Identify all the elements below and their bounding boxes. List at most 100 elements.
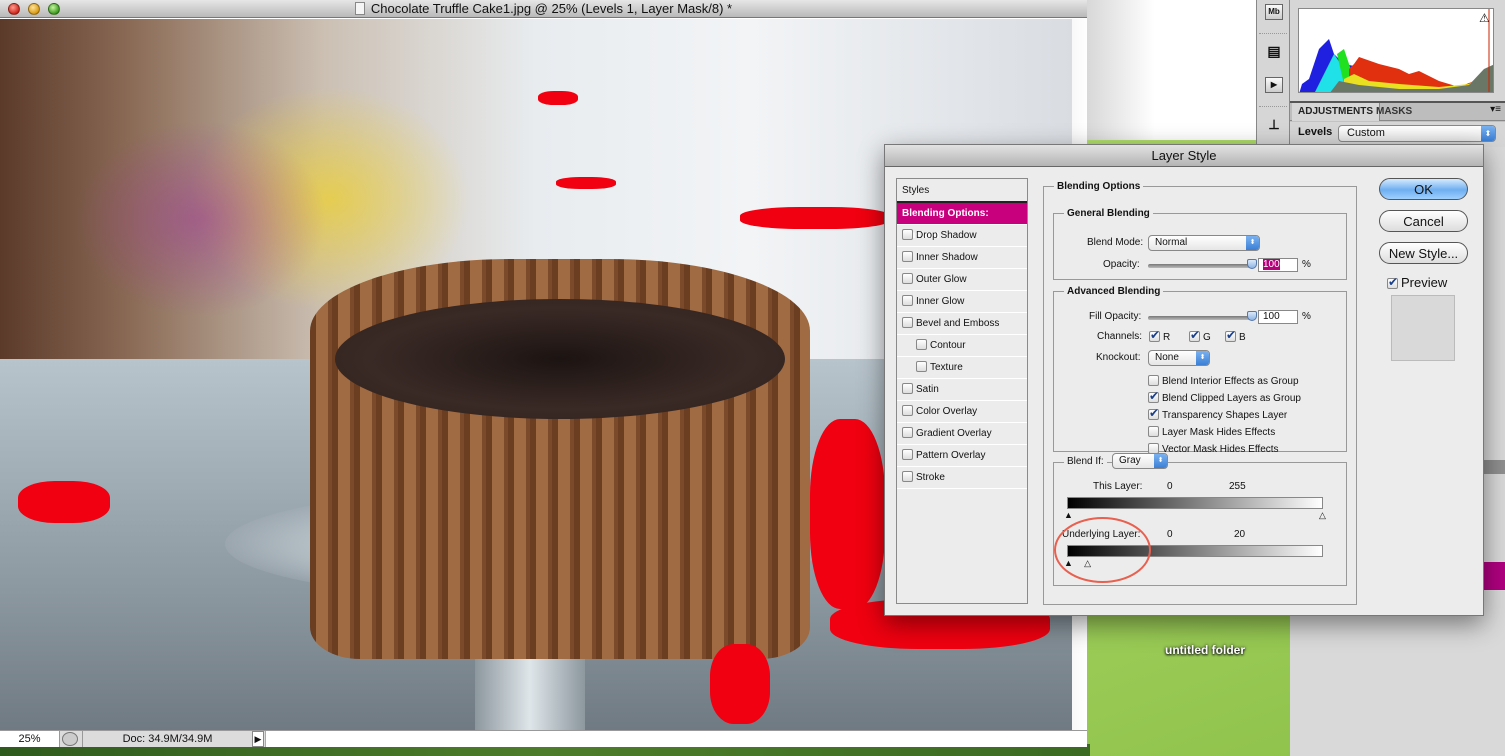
channel-g[interactable]: G	[1189, 328, 1211, 343]
this-layer-high: 255	[1229, 481, 1246, 492]
general-blending-group: General Blending Blend Mode: Normal ⬍ Opa…	[1053, 208, 1347, 280]
style-gradient-overlay[interactable]: Gradient Overlay	[897, 423, 1027, 445]
style-checkbox[interactable]	[902, 317, 913, 328]
histogram-warning-icon[interactable]: ⚠	[1479, 11, 1490, 25]
adjustments-panel-tabs: ADJUSTMENTS MASKS ▾≡	[1290, 103, 1505, 121]
fill-opacity-input[interactable]: 100	[1258, 310, 1298, 324]
style-inner-glow[interactable]: Inner Glow	[897, 291, 1027, 313]
levels-preset-select[interactable]: Custom ⬍	[1338, 125, 1496, 142]
blend-interior-checkbox[interactable]	[1148, 375, 1159, 386]
fill-opacity-slider[interactable]	[1148, 311, 1257, 321]
this-layer-white-slider[interactable]: △	[1319, 511, 1326, 520]
fill-opacity-unit: %	[1302, 311, 1311, 322]
mask-overlay-region	[710, 644, 770, 724]
option-transparency-shapes[interactable]: Transparency Shapes Layer	[1148, 406, 1287, 421]
layer-mask-hides-checkbox[interactable]	[1148, 426, 1159, 437]
horizontal-scrollbar[interactable]	[265, 731, 1087, 747]
option-layer-mask-hides[interactable]: Layer Mask Hides Effects	[1148, 426, 1275, 438]
styles-header[interactable]: Styles	[897, 179, 1027, 203]
style-checkbox[interactable]	[902, 295, 913, 306]
style-pattern-overlay[interactable]: Pattern Overlay	[897, 445, 1027, 467]
blend-mode-select[interactable]: Normal ⬍	[1148, 235, 1260, 251]
zoom-level-field[interactable]: 25%	[0, 731, 60, 747]
dialog-title[interactable]: Layer Style	[885, 145, 1483, 167]
tab-adjustments[interactable]: ADJUSTMENTS	[1292, 103, 1381, 121]
ok-button[interactable]: OK	[1379, 178, 1468, 200]
style-stroke[interactable]: Stroke	[897, 467, 1027, 489]
close-window-button[interactable]	[8, 3, 20, 15]
general-blending-legend: General Blending	[1067, 208, 1150, 219]
new-style-button[interactable]: New Style...	[1379, 242, 1468, 264]
channel-g-checkbox[interactable]	[1189, 328, 1200, 342]
style-checkbox[interactable]	[902, 251, 913, 262]
mask-overlay-region	[740, 207, 890, 229]
mask-overlay-region	[538, 91, 578, 105]
mini-bridge-icon[interactable]: Mb	[1265, 4, 1283, 20]
opacity-input[interactable]: 100	[1258, 258, 1298, 272]
cancel-button[interactable]: Cancel	[1379, 210, 1468, 232]
this-layer-black-slider[interactable]: ▲	[1064, 511, 1073, 520]
style-label: Bevel and Emboss	[916, 318, 1000, 329]
tab-masks[interactable]: MASKS	[1370, 103, 1418, 121]
option-blend-clipped[interactable]: Blend Clipped Layers as Group	[1148, 389, 1301, 404]
clone-source-icon[interactable]: ⊥	[1265, 118, 1283, 134]
selected-layer-highlight[interactable]	[1481, 562, 1505, 590]
history-icon[interactable]: ▤	[1265, 44, 1283, 60]
knockout-select[interactable]: None ⬍	[1148, 350, 1210, 366]
status-menu-arrow[interactable]: ▶	[252, 731, 264, 747]
style-checkbox[interactable]	[902, 273, 913, 284]
style-label: Pattern Overlay	[916, 450, 986, 461]
option-vector-mask-hides[interactable]: Vector Mask Hides Effects	[1148, 443, 1279, 455]
style-drop-shadow[interactable]: Drop Shadow	[897, 225, 1027, 247]
document-title: Chocolate Truffle Cake1.jpg @ 25% (Level…	[370, 1, 733, 16]
panel-menu-icon[interactable]: ▾≡	[1490, 104, 1501, 115]
style-label: Satin	[916, 384, 939, 395]
style-checkbox[interactable]	[902, 229, 913, 240]
style-checkbox[interactable]	[902, 405, 913, 416]
style-texture[interactable]: Texture	[897, 357, 1027, 379]
strip-divider	[1259, 106, 1287, 107]
style-outer-glow[interactable]: Outer Glow	[897, 269, 1027, 291]
fill-opacity-value: 100	[1263, 311, 1280, 322]
knockout-label: Knockout:	[1096, 352, 1141, 363]
preview-toggle[interactable]: Preview	[1387, 275, 1447, 290]
layer-style-dialog: Layer Style Styles Blending Options: Cus…	[884, 144, 1484, 616]
style-label: Texture	[930, 362, 963, 373]
blend-clipped-checkbox[interactable]	[1148, 389, 1159, 403]
transparency-shapes-checkbox[interactable]	[1148, 406, 1159, 420]
style-contour[interactable]: Contour	[897, 335, 1027, 357]
style-color-overlay[interactable]: Color Overlay	[897, 401, 1027, 423]
style-satin[interactable]: Satin	[897, 379, 1027, 401]
style-inner-shadow[interactable]: Inner Shadow	[897, 247, 1027, 269]
style-label: Color Overlay	[916, 406, 978, 417]
fill-opacity-slider-thumb[interactable]	[1247, 311, 1257, 321]
actions-icon[interactable]: ▶	[1265, 77, 1283, 93]
knockout-value: None	[1155, 352, 1179, 363]
status-info-icon[interactable]	[62, 732, 78, 746]
style-checkbox[interactable]	[902, 449, 913, 460]
minimize-window-button[interactable]	[28, 3, 40, 15]
style-blending-options[interactable]: Blending Options: Custom	[897, 203, 1027, 241]
style-checkbox[interactable]	[916, 361, 927, 372]
channel-b-checkbox[interactable]	[1225, 328, 1236, 342]
style-checkbox[interactable]	[916, 339, 927, 350]
channel-r-checkbox[interactable]	[1149, 328, 1160, 342]
opacity-slider-thumb[interactable]	[1247, 259, 1257, 269]
style-bevel-emboss[interactable]: Bevel and Emboss	[897, 313, 1027, 335]
document-titlebar[interactable]: Chocolate Truffle Cake1.jpg @ 25% (Level…	[0, 0, 1087, 18]
blend-if-label: Blend If:	[1064, 456, 1107, 467]
opacity-unit: %	[1302, 259, 1311, 270]
opacity-slider[interactable]	[1148, 259, 1257, 269]
style-checkbox[interactable]	[902, 471, 913, 482]
preview-label: Preview	[1401, 275, 1448, 290]
channel-b[interactable]: B	[1225, 328, 1246, 343]
desktop-folder-label[interactable]: untitled folder	[1165, 643, 1245, 657]
zoom-window-button[interactable]	[48, 3, 60, 15]
style-label: Outer Glow	[916, 274, 967, 285]
blend-if-select[interactable]: Gray ⬍	[1112, 453, 1168, 469]
channel-r[interactable]: R	[1149, 328, 1170, 343]
style-checkbox[interactable]	[902, 383, 913, 394]
preview-checkbox[interactable]	[1387, 275, 1398, 289]
style-checkbox[interactable]	[902, 427, 913, 438]
option-blend-interior[interactable]: Blend Interior Effects as Group	[1148, 375, 1299, 387]
